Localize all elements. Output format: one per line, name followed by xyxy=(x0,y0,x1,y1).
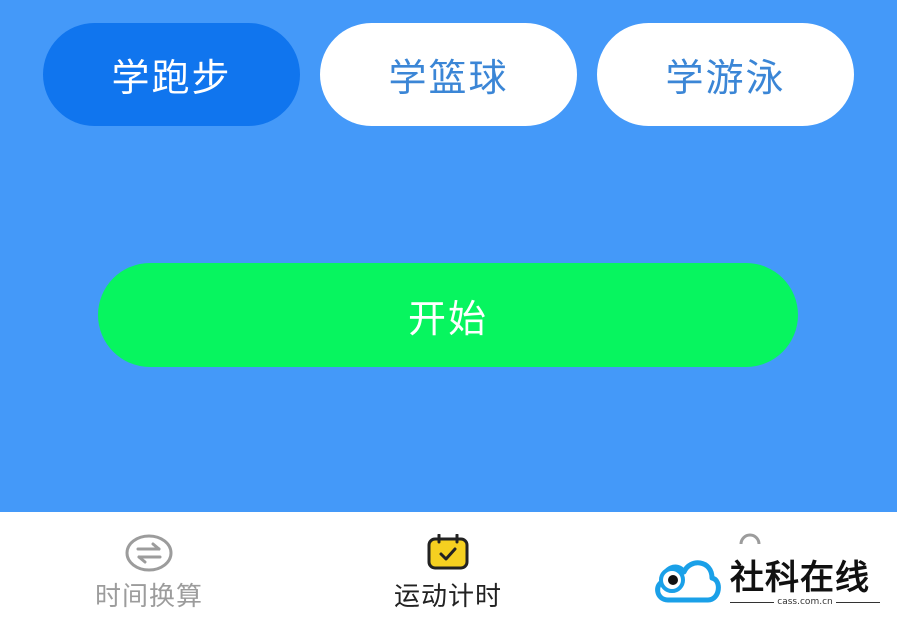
watermark: 社科在线 cass.com.cn xyxy=(652,550,887,612)
exchange-circle-icon xyxy=(125,534,173,572)
nav-item-sport-timer[interactable]: 运动计时 xyxy=(348,512,548,620)
tab-running[interactable]: 学跑步 xyxy=(43,23,300,126)
cloud-eye-logo-icon xyxy=(655,560,721,603)
nav-item-time-convert[interactable]: 时间换算 xyxy=(49,512,249,620)
tab-basketball[interactable]: 学篮球 xyxy=(320,23,577,126)
nav-label-sport-timer: 运动计时 xyxy=(393,582,502,612)
calendar-check-icon xyxy=(427,534,469,570)
start-button[interactable]: 开始 xyxy=(98,263,798,367)
watermark-text: 社科在线 xyxy=(730,558,870,598)
nav-label-time-convert: 时间换算 xyxy=(94,582,203,612)
partial-icon xyxy=(739,533,761,544)
watermark-subtext: cass.com.cn xyxy=(730,597,880,607)
tab-swimming[interactable]: 学游泳 xyxy=(597,23,854,126)
watermark-url: cass.com.cn xyxy=(777,597,833,607)
main-panel: 学跑步 学篮球 学游泳 开始 xyxy=(0,0,897,512)
